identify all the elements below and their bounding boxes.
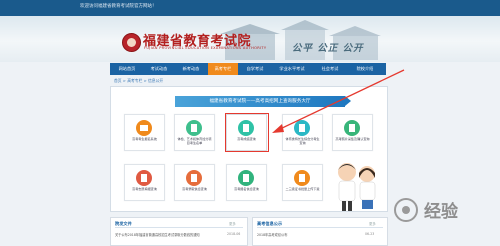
card-reg-info[interactable]: 高考报名信息查询	[226, 164, 267, 201]
nav-proficiency[interactable]: 学业水平考试	[272, 63, 312, 75]
nav-exam-news[interactable]: 考试动态	[144, 63, 174, 75]
monitor-icon	[136, 120, 152, 136]
card-photo-confirm[interactable]: 高考照片采集及确认查询	[332, 114, 373, 151]
notice-box-gaokao: 高考信息公示 更多 2018年高考成绩公布 06-23	[252, 217, 388, 246]
cartoon-students-illustration	[338, 163, 376, 211]
nav-gaokao[interactable]: 高考专栏	[208, 63, 238, 75]
card-bonus-list[interactable]: 体检、艺术和体育加分项目考生名单	[174, 114, 215, 151]
welcome-text: 欢迎访问福建省教育考试院官方网站！	[80, 4, 157, 9]
document-icon	[294, 120, 310, 136]
nav-new-exam[interactable]: 新考动态	[176, 63, 206, 75]
main-nav: 网站首页 考试动态 新考动态 高考专栏 自学考试 学业水平考试 社会考试 院校介…	[110, 63, 386, 75]
card-sports-query[interactable]: 体育类特长生综合分考生查询	[282, 114, 323, 151]
document-icon	[186, 120, 202, 136]
institution-emblem	[122, 33, 141, 52]
upload-icon	[294, 170, 310, 186]
more-link[interactable]: 更多	[369, 221, 376, 226]
notice-item[interactable]: 关于公布2018年福建省普通高校招生考试录取分数线的通知	[115, 232, 200, 237]
service-hall-ribbon: 福建省教育考试院——高考高招网上查询服务大厅	[175, 96, 351, 107]
document-icon	[238, 170, 254, 186]
nav-home[interactable]: 网站首页	[112, 63, 142, 75]
document-icon	[136, 170, 152, 186]
selection-highlight	[225, 113, 269, 152]
document-icon	[344, 120, 360, 136]
card-admission[interactable]: 高考录取信息查询	[174, 164, 215, 201]
notice-box-documents: 院发文件 更多 关于公布2018年福建省普通高校招生考试录取分数线的通知 201…	[110, 217, 248, 246]
site-subtitle: FUJIAN PROVINCIAL EDUCATION EXAMINATIONS…	[144, 46, 267, 50]
notice-date: 06-23	[365, 232, 375, 236]
card-cert-upload[interactable]: 二三级证书批量上传下载	[282, 164, 323, 201]
nav-colleges[interactable]: 院校介绍	[348, 63, 382, 75]
card-registration[interactable]: 高考考生报名系统	[124, 114, 165, 151]
nav-self-study[interactable]: 自学考试	[240, 63, 270, 75]
nav-social-exam[interactable]: 社会考试	[314, 63, 346, 75]
card-volunteer[interactable]: 高考志愿填报查询	[124, 164, 165, 201]
document-icon	[186, 170, 202, 186]
top-bar: 欢迎访问福建省教育考试院官方网站！	[0, 0, 500, 16]
site-slogan: 公平 公正 公开	[292, 43, 364, 54]
svg-text:经验: 经验	[424, 201, 459, 222]
watermark-logo: 经验	[394, 198, 459, 222]
notice-item[interactable]: 2018年高考成绩公布	[257, 232, 287, 237]
breadcrumb: 首页 > 高考专栏 > 信息公开	[114, 78, 164, 83]
more-link[interactable]: 更多	[229, 221, 236, 226]
notice-date: 2018-06	[227, 232, 241, 236]
